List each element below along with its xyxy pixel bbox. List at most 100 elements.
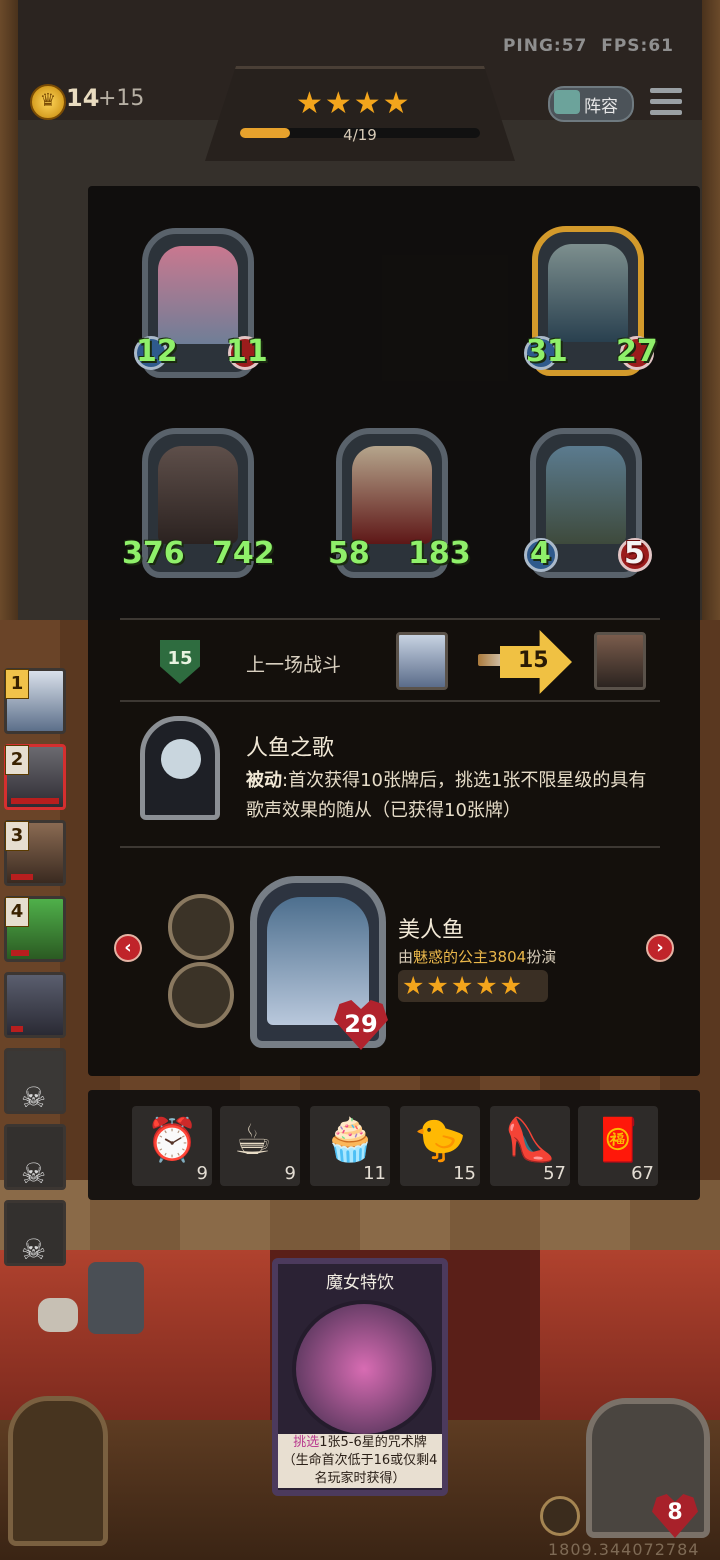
chat-button[interactable] [38,1298,78,1332]
trinket-count: 9 [196,1163,208,1184]
divider [120,618,660,620]
skull-icon: ☠ [21,1157,47,1190]
minion-art [158,246,238,344]
last-battle-label: 上一场战斗 [246,654,342,676]
roster-player-selected[interactable]: 2 [4,744,66,810]
roster-player[interactable] [4,972,66,1038]
hero-power-title: 人鱼之歌 [246,736,335,761]
hero-power-button[interactable] [540,1496,580,1536]
skull-icon: ☠ [21,1081,47,1114]
passive-text: :首次获得10张牌后，挑选1张不限星级的具有歌声效果的随从（已获得10张牌） [246,770,647,821]
minion-attack: 31 [526,334,568,369]
spell-desc-main: 1张5-6星的咒术牌 [319,1435,427,1450]
trinket-slot[interactable]: 🧧 67 [578,1106,658,1186]
trinket-slot[interactable]: 👠 57 [490,1106,570,1186]
trinket-slot[interactable]: ⏰ 9 [132,1106,212,1186]
hero-name: 美人鱼 [398,918,465,943]
roster-player[interactable]: 4 [4,896,66,962]
minion-health: 742 [212,536,275,571]
wolf-emblem [8,1396,108,1546]
menu-icon-line [650,88,682,93]
trinket-slot[interactable]: 🧁 11 [310,1106,390,1186]
glass-slipper-icon: 👠 [504,1115,557,1164]
minion-attack: 58 [328,536,370,571]
tier-progress-fill [240,128,291,138]
divider [120,846,660,848]
spell-desc-highlight: 挑选 [293,1435,320,1450]
witch-drink-art [292,1300,436,1438]
minion-attack: 4 [530,536,551,571]
roster-player[interactable]: 3 [4,820,66,886]
hero-stars: ★★★★★ [398,970,548,1002]
passive-label: 被动 [246,770,282,791]
roster-player-eliminated[interactable]: ☠ [4,1124,66,1190]
debug-coordinates: 1809.344072784 [548,1540,700,1559]
rank-badge: 1 [5,669,29,699]
played-by-suffix: 扮演 [526,948,557,966]
trinket-slot[interactable]: ☕ 9 [220,1106,300,1186]
alarm-clock-icon: ⏰ [146,1115,199,1164]
moon-icon [161,739,201,779]
rank-badge: 4 [5,897,29,927]
opponent-portrait [594,632,646,690]
menu-icon-line [650,99,682,104]
trinket-count: 11 [363,1163,386,1184]
player-health: 8 [667,1500,683,1525]
hero-health: 29 [344,1010,378,1038]
menu-icon-line [650,110,682,115]
gold-coin-icon: ♛ [30,84,66,120]
right-frame [702,0,720,620]
trinket-count: 15 [453,1163,476,1184]
ping-text: PING:57 [502,36,588,56]
minion-art [158,446,238,544]
lucky-bag-icon: 🧧 [592,1115,645,1164]
health-bar [11,1026,23,1032]
played-by-prefix: 由 [398,948,414,966]
health-bar [11,950,29,956]
health-bar [11,798,59,804]
shield-value: 15 [167,648,193,669]
trinket-count: 57 [543,1163,566,1184]
minion-art [546,446,626,544]
trinket-slot[interactable]: 🐤 15 [400,1106,480,1186]
hero-power-frame [140,716,220,820]
roster-player-eliminated[interactable]: ☠ [4,1048,66,1114]
mermaid-portrait [396,632,448,690]
rank-badge: 3 [5,821,29,851]
next-player-button[interactable]: › [646,934,674,962]
roster-player-eliminated[interactable]: ☠ [4,1200,66,1266]
menu-button[interactable] [648,86,684,118]
hero-player-line: 由魅惑的公主3804扮演 [398,946,556,967]
prev-player-button[interactable]: ‹ [114,934,142,962]
roster-player[interactable]: 1 [4,668,66,734]
hero-power-description: 被动:首次获得10张牌后，挑选1张不限星级的具有歌声效果的随从（已获得10张牌） [246,766,656,826]
spell-card[interactable]: 魔女特饮 挑选1张5-6星的咒术牌 （生命首次低于16或仅剩4名玩家时获得） [272,1258,448,1496]
minion-health: 27 [616,334,658,369]
health-bar [11,874,33,880]
spell-card-title: 魔女特饮 [326,1273,394,1293]
coin-count: 14 [66,84,100,112]
minion-health: 5 [624,536,645,571]
minion-health: 183 [408,536,471,571]
fps-text: FPS:61 [601,36,674,56]
spell-desc-condition: （生命首次低于16或仅剩4名玩家时获得） [282,1453,438,1486]
minion-attack: 376 [122,536,185,571]
minion-art [352,446,432,544]
rank-badge: 2 [5,745,29,775]
left-frame [0,0,18,620]
bonsai-icon [168,894,234,960]
rubber-chicken-icon: 🐤 [414,1115,467,1164]
minion-art [548,244,628,342]
damage-value: 15 [518,648,549,673]
minion-attack: 12 [136,334,178,369]
trinket-count: 9 [284,1163,296,1184]
book-icon [554,90,580,114]
skull-icon: ☠ [21,1233,47,1266]
minion-health: 11 [226,334,268,369]
spell-card-description: 挑选1张5-6星的咒术牌 （生命首次低于16或仅剩4名玩家时获得） [278,1434,442,1488]
cupcake-icon: 🧁 [324,1115,377,1164]
network-stats: PING:57 FPS:61 [503,36,674,56]
lineup-button[interactable]: 阵容 [548,86,634,122]
trinket-count: 67 [631,1163,654,1184]
tavern-stars: ★★★★ [296,86,412,121]
